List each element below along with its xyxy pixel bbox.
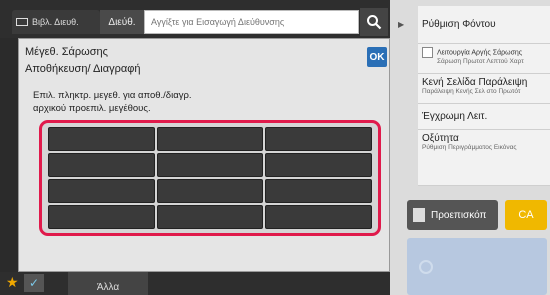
search-icon	[367, 15, 382, 30]
right-item-sub: Ρύθμιση Περιγράμματος Εικόνας	[422, 144, 517, 151]
right-item-background[interactable]: Ρύθμιση Φόντου	[418, 6, 550, 44]
ca-button[interactable]: CA	[505, 200, 547, 230]
expand-arrow-icon[interactable]: ▶	[398, 20, 404, 29]
size-key-10[interactable]	[48, 205, 155, 229]
start-icon	[419, 260, 433, 274]
right-item-color-mode[interactable]: Έγχρωμη Λειτ.	[418, 104, 550, 130]
right-item-sharpness[interactable]: Οξύτητα Ρύθμιση Περιγράμματος Εικόνας	[418, 130, 550, 186]
size-key-3[interactable]	[265, 127, 372, 151]
size-key-8[interactable]	[156, 179, 264, 203]
other-button[interactable]: Άλλα	[68, 272, 148, 295]
top-bar: Βιβλ. Διευθ. Διεύθ.	[0, 0, 390, 38]
dialog-title-line1: Μέγεθ. Σάρωσης	[25, 46, 108, 58]
size-key-11[interactable]	[156, 205, 264, 229]
right-item-title: Ρύθμιση Φόντου	[422, 19, 496, 30]
right-item-title: Κενή Σελίδα Παράλειψη	[422, 77, 528, 88]
address-book-tab[interactable]: Βιβλ. Διευθ.	[12, 10, 100, 34]
size-key-1[interactable]	[48, 127, 155, 151]
instruction-line1: Επιλ. πληκτρ. μεγεθ. για αποθ./διαγρ.	[33, 90, 192, 101]
bottom-bar: ★ ✓ Άλλα	[0, 272, 390, 295]
right-item-title: Οξύτητα	[422, 133, 459, 144]
size-key-4[interactable]	[48, 153, 155, 177]
size-key-7[interactable]	[48, 179, 155, 203]
size-key-6[interactable]	[265, 153, 372, 177]
right-item-slow-scan[interactable]: Λειτουργία Αργής Σάρωσης Σάρωση Πρωτοτ Λ…	[418, 44, 550, 74]
preview-button[interactable]: Προεπισκόπ	[407, 200, 498, 230]
ok-button[interactable]: OK	[367, 47, 387, 67]
size-key-5[interactable]	[156, 153, 264, 177]
size-key-9[interactable]	[265, 179, 372, 203]
instruction-text: Επιλ. πληκτρ. μεγεθ. για αποθ./διαγρ. αρ…	[33, 89, 192, 115]
checkmark-icon[interactable]: ✓	[24, 274, 44, 292]
dialog-title: Μέγεθ. Σάρωσης Αποθήκευση/ Διαγραφή	[25, 44, 140, 78]
size-key-12[interactable]	[265, 205, 372, 229]
search-button[interactable]	[360, 8, 388, 36]
right-item-sub: Σάρωση Πρωτοτ Λεπτού Χαρτ	[437, 58, 524, 65]
right-item-title: Έγχρωμη Λειτ.	[422, 111, 488, 122]
star-icon[interactable]: ★	[6, 274, 19, 291]
dialog-title-line2: Αποθήκευση/ Διαγραφή	[25, 63, 141, 75]
address-input[interactable]	[144, 10, 359, 34]
address-book-tab-label: Βιβλ. Διευθ.	[32, 17, 79, 27]
right-item-blank-skip[interactable]: Κενή Σελίδα Παράλειψη Παράλειψη Κενής Σε…	[418, 74, 550, 104]
address-tab[interactable]: Διεύθ.	[100, 10, 144, 34]
right-item-sub: Παράλειψη Κενής Σελ στο Πρωτότ	[422, 88, 521, 95]
slow-scan-checkbox[interactable]	[422, 47, 433, 58]
size-key-2[interactable]	[156, 127, 264, 151]
instruction-line2: αρχικού προεπιλ. μεγέθους.	[33, 103, 151, 114]
address-book-icon	[16, 18, 28, 26]
preview-label: Προεπισκόπ	[431, 209, 487, 221]
scan-size-dialog: Μέγεθ. Σάρωσης Αποθήκευση/ Διαγραφή OK Ε…	[18, 38, 390, 272]
start-button[interactable]	[407, 238, 547, 295]
size-key-grid	[39, 120, 381, 236]
right-item-title: Λειτουργία Αργής Σάρωσης	[437, 49, 523, 57]
preview-icon	[413, 208, 425, 222]
